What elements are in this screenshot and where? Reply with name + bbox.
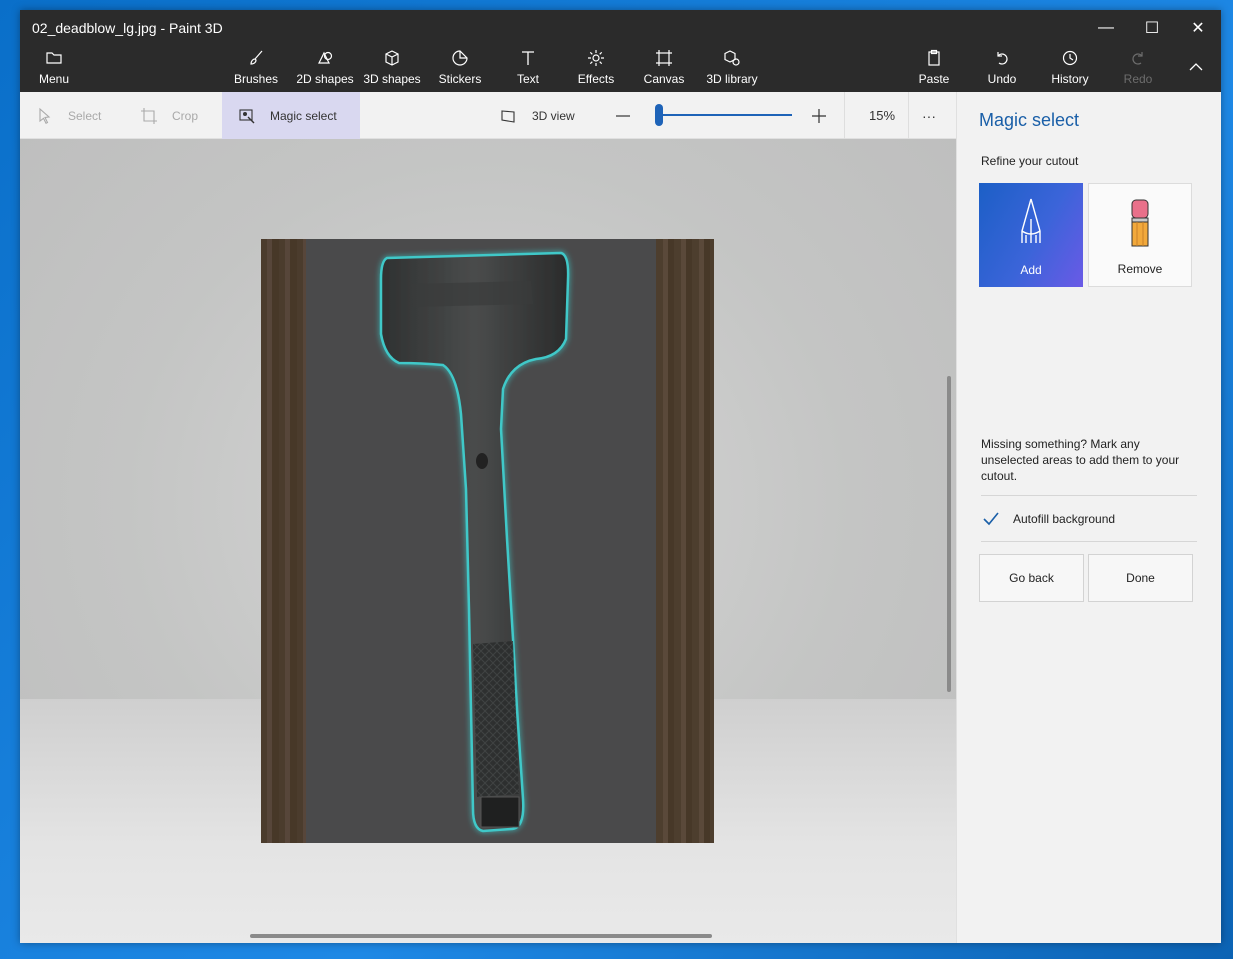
zoom-slider-track[interactable] (660, 114, 792, 116)
add-label: Add (1020, 263, 1042, 277)
magic-select-panel: Magic select Refine your cutout Add Remo… (956, 92, 1221, 943)
title-bar: 02_deadblow_lg.jpg - Paint 3D — ☐ ✕ (20, 10, 1221, 46)
folder-icon (46, 52, 62, 64)
3d-view-icon (501, 109, 515, 123)
zoom-out-button[interactable] (614, 92, 634, 139)
go-back-button[interactable]: Go back (979, 554, 1084, 602)
divider (981, 541, 1197, 542)
redo-label: Redo (1123, 72, 1153, 86)
divider (844, 92, 845, 139)
tab-label: 3D shapes (363, 72, 421, 86)
window-title: 02_deadblow_lg.jpg - Paint 3D (32, 20, 223, 36)
remove-button[interactable]: Remove (1088, 183, 1192, 287)
zoom-value[interactable]: 15% (869, 92, 895, 139)
autofill-checkbox[interactable]: Autofill background (981, 508, 1115, 530)
panel-hint: Missing something? Mark any unselected a… (981, 437, 1180, 483)
selection-toolbar: Select Crop Magic select 3D view 15% ··· (20, 92, 956, 139)
eraser-icon (1131, 199, 1149, 247)
tab-label: Brushes (233, 72, 279, 86)
paste-button[interactable]: Paste (916, 46, 952, 92)
undo-button[interactable]: Undo (984, 46, 1020, 92)
chevron-up-icon (1189, 63, 1203, 71)
text-icon (522, 51, 534, 65)
divider (908, 92, 909, 139)
tab-brushes[interactable]: Brushes (228, 46, 284, 92)
tab-effects[interactable]: Effects (576, 46, 616, 92)
sun-icon (588, 50, 604, 66)
divider (981, 495, 1197, 496)
magic-select-label: Magic select (270, 108, 337, 123)
minimize-button[interactable]: — (1083, 10, 1129, 46)
hammer-selection (379, 251, 570, 833)
3d-library-icon (724, 50, 740, 66)
canvas-icon (656, 50, 672, 66)
minus-icon (616, 114, 630, 117)
tab-stickers[interactable]: Stickers (434, 46, 486, 92)
image-canvas[interactable] (261, 239, 714, 843)
paste-label: Paste (918, 72, 950, 86)
zoom-slider-thumb[interactable] (655, 104, 663, 126)
collapse-ribbon-button[interactable] (1184, 46, 1208, 92)
brush-icon (250, 50, 263, 65)
done-button[interactable]: Done (1088, 554, 1193, 602)
tab-label: Effects (577, 72, 615, 86)
redo-button[interactable]: Redo (1120, 46, 1156, 92)
3d-view-label: 3D view (532, 108, 575, 123)
crop-label: Crop (172, 108, 199, 123)
canvas-area[interactable] (20, 139, 956, 943)
tab-label: Canvas (643, 72, 685, 86)
tab-3d-shapes[interactable]: 3D shapes (362, 46, 422, 92)
tab-label: 3D library (706, 72, 758, 86)
crop-icon (141, 107, 157, 124)
clipboard-icon (928, 49, 940, 66)
panel-subtitle: Refine your cutout (981, 154, 1079, 168)
cube-icon (385, 50, 399, 66)
plus-icon (812, 108, 826, 123)
pen-icon (1021, 198, 1041, 243)
tab-label: Stickers (438, 72, 482, 86)
pointer-icon (39, 107, 51, 124)
3d-view-toggle[interactable]: 3D view (500, 92, 590, 139)
history-button[interactable]: History (1048, 46, 1092, 92)
checkmark-icon (983, 512, 999, 526)
ribbon: Menu Brushes 2D shapes 3D shapes Sticker… (20, 46, 1221, 92)
close-button[interactable]: ✕ (1175, 10, 1221, 46)
tab-label: 2D shapes (296, 72, 354, 86)
add-button[interactable]: Add (979, 183, 1083, 287)
tab-3d-library[interactable]: 3D library (704, 46, 760, 92)
maximize-button[interactable]: ☐ (1129, 10, 1175, 46)
remove-label: Remove (1117, 262, 1163, 276)
history-icon (1062, 50, 1078, 66)
select-label: Select (68, 108, 102, 123)
tab-canvas[interactable]: Canvas (642, 46, 686, 92)
zoom-in-button[interactable] (810, 92, 830, 139)
redo-icon (1132, 52, 1143, 65)
history-label: History (1051, 72, 1089, 86)
panel-title: Magic select (979, 110, 1080, 130)
horizontal-scrollbar[interactable] (250, 934, 712, 938)
tab-label: Text (516, 72, 539, 86)
more-options-button[interactable]: ··· (922, 92, 936, 139)
autofill-label: Autofill background (1013, 512, 1116, 526)
menu-label: Menu (38, 72, 70, 86)
sticker-icon (452, 50, 468, 66)
tab-2d-shapes[interactable]: 2D shapes (292, 46, 358, 92)
vertical-scrollbar[interactable] (947, 376, 951, 692)
crop-tool[interactable]: Crop (140, 92, 230, 139)
tab-text[interactable]: Text (514, 46, 542, 92)
2d-shapes-icon (318, 51, 333, 64)
paint3d-window: 02_deadblow_lg.jpg - Paint 3D — ☐ ✕ Menu… (20, 10, 1221, 943)
magic-select-icon (239, 108, 255, 123)
undo-icon (997, 52, 1008, 65)
select-tool[interactable]: Select (36, 92, 126, 139)
undo-label: Undo (987, 72, 1017, 86)
menu-button[interactable]: Menu (34, 46, 74, 92)
magic-select-tool[interactable]: Magic select (222, 92, 360, 139)
